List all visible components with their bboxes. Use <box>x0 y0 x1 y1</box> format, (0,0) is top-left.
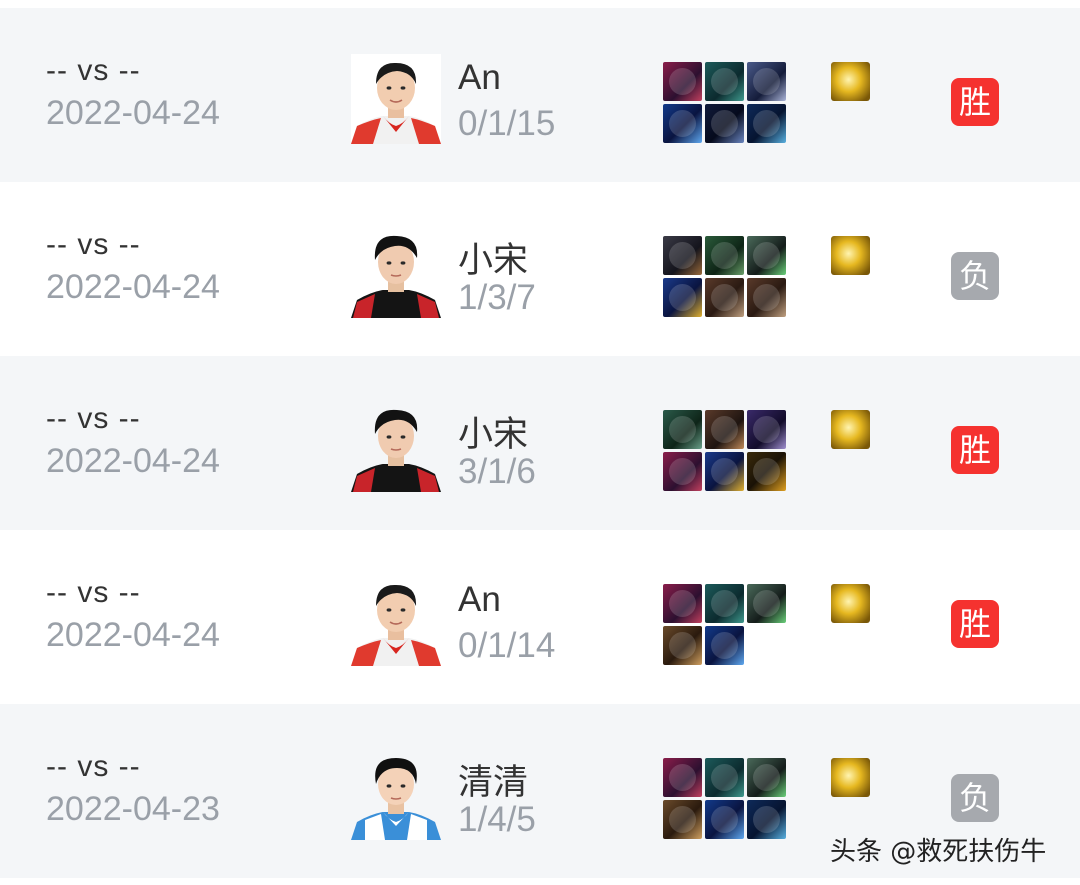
match-opponents: -- vs -- <box>46 228 141 261</box>
player-avatar <box>351 54 441 144</box>
player-avatar <box>351 228 441 318</box>
watermark: 头条 @救死扶伤牛 <box>830 837 1047 867</box>
gold-rune-icon <box>831 584 870 623</box>
match-date: 2022-04-23 <box>46 790 220 828</box>
match-opponents: -- vs -- <box>46 576 141 609</box>
purple-helm-icon <box>747 410 786 449</box>
match-date: 2022-04-24 <box>46 268 220 306</box>
gold-rune-icon <box>831 410 870 449</box>
green-helm-icon <box>747 236 786 275</box>
player-avatar <box>351 750 441 840</box>
player-kda: 0/1/15 <box>458 104 556 143</box>
player-name: 小宋 <box>458 241 529 280</box>
player-name: An <box>458 580 501 619</box>
result-badge: 胜 <box>951 600 999 648</box>
gold-blade-icon <box>705 452 744 491</box>
player-kda: 1/4/5 <box>458 800 536 839</box>
brown-mask-icon <box>747 278 786 317</box>
blue-blade-icon <box>705 800 744 839</box>
result-badge: 胜 <box>951 78 999 126</box>
silver-helm-icon <box>747 62 786 101</box>
dark-armor-icon <box>663 236 702 275</box>
green-helm-icon <box>747 758 786 797</box>
gold-rune-icon <box>831 62 870 101</box>
player-avatar <box>351 402 441 492</box>
teal-boots-icon <box>705 584 744 623</box>
pink-armor-icon <box>663 62 702 101</box>
match-date: 2022-04-24 <box>46 616 220 654</box>
match-opponents: -- vs -- <box>46 402 141 435</box>
dark-blade-icon <box>705 104 744 143</box>
match-date: 2022-04-24 <box>46 442 220 480</box>
green-helm-icon <box>747 584 786 623</box>
brown-mask-icon <box>705 278 744 317</box>
bronze-shield-icon <box>663 800 702 839</box>
blue-blade-icon <box>705 626 744 665</box>
teal-boots-icon <box>705 758 744 797</box>
green-boots-icon <box>705 236 744 275</box>
player-name: 小宋 <box>458 415 529 454</box>
player-avatar <box>351 576 441 666</box>
match-row[interactable]: -- vs -- 2022-04-24 An 0/1/14 胜 <box>0 530 1080 704</box>
player-name: 清清 <box>458 763 529 802</box>
match-opponents: -- vs -- <box>46 750 141 783</box>
result-badge: 胜 <box>951 426 999 474</box>
pink-armor-icon <box>663 452 702 491</box>
player-name: An <box>458 58 501 97</box>
item-build <box>663 62 786 144</box>
gold-crescent-icon <box>747 452 786 491</box>
blue-blade-icon <box>663 104 702 143</box>
result-badge: 负 <box>951 774 999 822</box>
cyan-blade-icon <box>747 800 786 839</box>
match-row[interactable]: -- vs -- 2022-04-24 小宋 3/1/6 胜 <box>0 356 1080 530</box>
match-row[interactable]: -- vs -- 2022-04-24 小宋 1/3/7 负 <box>0 182 1080 356</box>
pink-armor-icon <box>663 758 702 797</box>
gold-rune-icon <box>831 758 870 797</box>
item-build <box>663 236 786 318</box>
cyan-blade-icon <box>747 104 786 143</box>
player-kda: 0/1/14 <box>458 626 556 665</box>
item-build <box>663 758 786 840</box>
pink-armor-icon <box>663 584 702 623</box>
bronze-shield-icon <box>663 626 702 665</box>
match-list: -- vs -- 2022-04-24 An 0/1/15 胜 -- vs --… <box>0 8 1080 878</box>
teal-boots-icon <box>705 62 744 101</box>
item-build <box>663 584 786 666</box>
gold-blade-icon <box>663 278 702 317</box>
player-kda: 3/1/6 <box>458 452 536 491</box>
match-date: 2022-04-24 <box>46 94 220 132</box>
bronze-armor-icon <box>705 410 744 449</box>
green-boots-icon <box>663 410 702 449</box>
item-build <box>663 410 786 492</box>
player-kda: 1/3/7 <box>458 278 536 317</box>
match-opponents: -- vs -- <box>46 54 141 87</box>
match-row[interactable]: -- vs -- 2022-04-24 An 0/1/15 胜 <box>0 8 1080 182</box>
gold-rune-icon <box>831 236 870 275</box>
result-badge: 负 <box>951 252 999 300</box>
